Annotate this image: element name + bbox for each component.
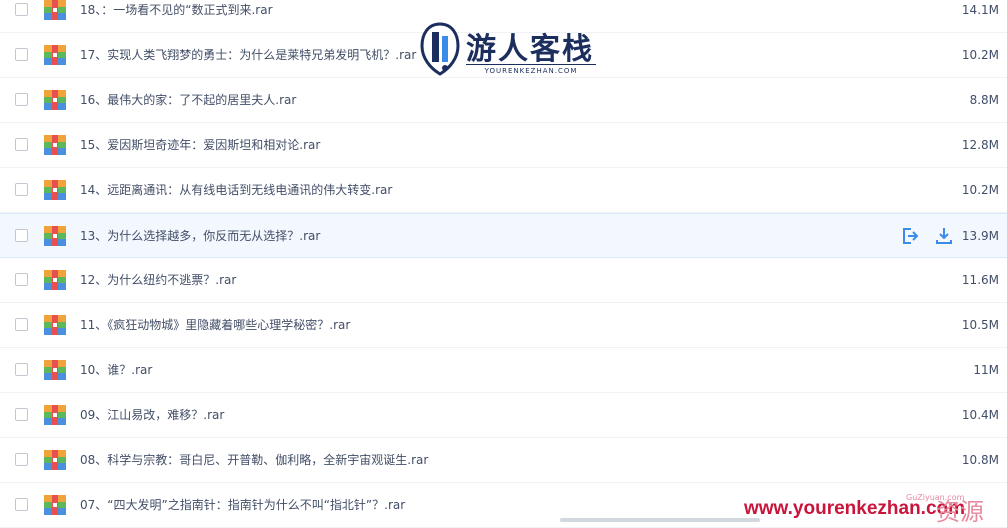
file-size: 11M xyxy=(973,363,999,377)
file-row[interactable]: 08、科学与宗教：哥白尼、开普勒、伽利略，全新宇宙观诞生.rar 10.8M xyxy=(0,438,1007,483)
file-size: 13.9M xyxy=(961,229,999,243)
file-name[interactable]: 09、江山易改，难移？.rar xyxy=(80,407,224,423)
row-checkbox[interactable] xyxy=(15,363,28,376)
file-name[interactable]: 16、最伟大的家：了不起的居里夫人.rar xyxy=(80,92,296,108)
archive-file-icon xyxy=(44,450,66,470)
site-logo: 游人客栈 YOURENKEZHAN.COM xyxy=(420,22,600,82)
row-checkbox[interactable] xyxy=(15,453,28,466)
file-name[interactable]: 18、：一场看不见的“数正式到来.rar xyxy=(80,2,273,18)
file-size: 10.5M xyxy=(961,318,999,332)
archive-file-icon xyxy=(44,135,66,155)
file-row[interactable]: 10、谁？.rar 11M xyxy=(0,348,1007,393)
row-checkbox[interactable] xyxy=(15,229,28,242)
file-row[interactable]: 14、远距离通讯：从有线电话到无线电通讯的伟大转变.rar 10.2M xyxy=(0,168,1007,213)
logo-mark-icon xyxy=(420,22,460,76)
logo-title: 游人客栈 xyxy=(466,32,594,67)
file-size: 10.2M xyxy=(961,183,999,197)
file-size: 8.8M xyxy=(969,93,999,107)
file-row-hovered[interactable]: 13、为什么选择越多，你反而无从选择？.rar 13.9M xyxy=(0,213,1007,258)
row-checkbox[interactable] xyxy=(15,318,28,331)
file-name[interactable]: 12、为什么纽约不逃票？.rar xyxy=(80,272,236,288)
archive-file-icon xyxy=(44,495,66,515)
archive-file-icon xyxy=(44,405,66,425)
file-name[interactable]: 14、远距离通讯：从有线电话到无线电通讯的伟大转变.rar xyxy=(80,182,392,198)
file-size: 11.6M xyxy=(961,273,999,287)
row-checkbox[interactable] xyxy=(15,498,28,511)
archive-file-icon xyxy=(44,0,66,20)
file-size: 10.8M xyxy=(961,453,999,467)
file-size: 12.8M xyxy=(961,138,999,152)
watermark: www.yourenkezhan.com GuZiyuan.com 资源 xyxy=(744,492,1007,526)
file-row[interactable]: 11、《疯狂动物城》里隐藏着哪些心理学秘密？.rar 10.5M xyxy=(0,303,1007,348)
row-checkbox[interactable] xyxy=(15,3,28,16)
share-icon[interactable] xyxy=(900,226,920,246)
row-checkbox[interactable] xyxy=(15,138,28,151)
archive-file-icon xyxy=(44,180,66,200)
archive-file-icon xyxy=(44,270,66,290)
file-size: 10.2M xyxy=(961,48,999,62)
file-name[interactable]: 08、科学与宗教：哥白尼、开普勒、伽利略，全新宇宙观诞生.rar xyxy=(80,452,428,468)
download-icon[interactable] xyxy=(934,226,954,246)
archive-file-icon xyxy=(44,315,66,335)
archive-file-icon xyxy=(44,226,66,246)
file-name[interactable]: 11、《疯狂动物城》里隐藏着哪些心理学秘密？.rar xyxy=(80,317,350,333)
file-size: 14.1M xyxy=(961,3,999,17)
file-name[interactable]: 13、为什么选择越多，你反而无从选择？.rar xyxy=(80,228,320,244)
file-name[interactable]: 17、实现人类飞翔梦的勇士：为什么是莱特兄弟发明飞机？.rar xyxy=(80,47,416,63)
row-checkbox[interactable] xyxy=(15,93,28,106)
file-row[interactable]: 15、爱因斯坦奇迹年：爱因斯坦和相对论.rar 12.8M xyxy=(0,123,1007,168)
archive-file-icon xyxy=(44,360,66,380)
row-checkbox[interactable] xyxy=(15,183,28,196)
archive-file-icon xyxy=(44,90,66,110)
logo-subtitle: YOURENKEZHAN.COM xyxy=(466,64,596,75)
file-name[interactable]: 15、爱因斯坦奇迹年：爱因斯坦和相对论.rar xyxy=(80,137,320,153)
file-name[interactable]: 07、“四大发明”之指南针：指南针为什么不叫“指北针”？.rar xyxy=(80,497,405,513)
row-checkbox[interactable] xyxy=(15,408,28,421)
file-row[interactable]: 12、为什么纽约不逃票？.rar 11.6M xyxy=(0,258,1007,303)
file-size: 10.4M xyxy=(961,408,999,422)
file-row[interactable]: 16、最伟大的家：了不起的居里夫人.rar 8.8M xyxy=(0,78,1007,123)
archive-file-icon xyxy=(44,45,66,65)
horizontal-scrollbar[interactable] xyxy=(560,518,760,522)
file-row[interactable]: 09、江山易改，难移？.rar 10.4M xyxy=(0,393,1007,438)
row-checkbox[interactable] xyxy=(15,48,28,61)
file-name[interactable]: 10、谁？.rar xyxy=(80,362,152,378)
row-checkbox[interactable] xyxy=(15,273,28,286)
